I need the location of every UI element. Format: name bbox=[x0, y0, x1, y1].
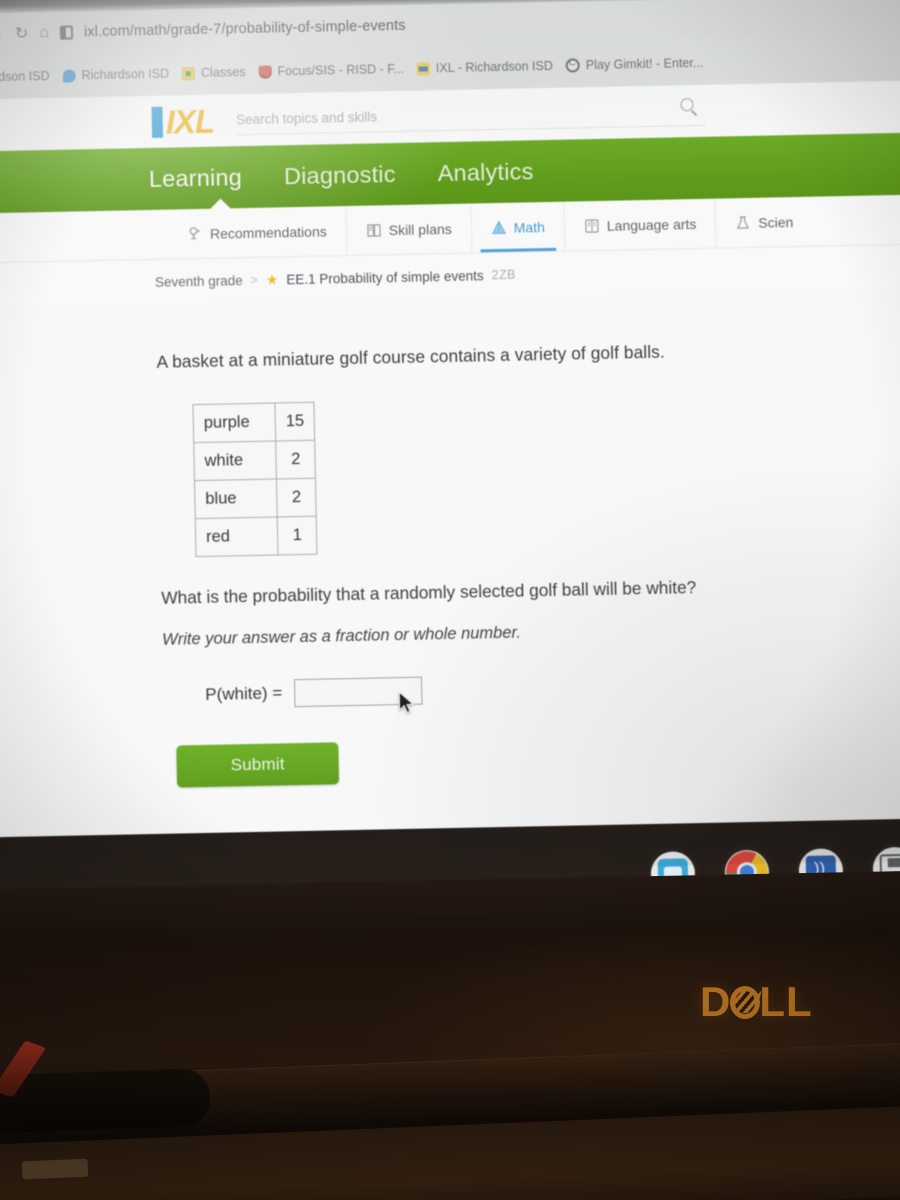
search-icon[interactable] bbox=[680, 98, 694, 112]
question-intro: A basket at a miniature golf course cont… bbox=[156, 341, 666, 372]
reload-icon[interactable]: ↻ bbox=[15, 23, 29, 43]
subnav-label: Recommendations bbox=[209, 222, 327, 242]
bookmark-label: chardson ISD bbox=[0, 68, 50, 85]
star-icon[interactable]: ★ bbox=[266, 271, 279, 288]
cable-object bbox=[0, 1067, 211, 1135]
answer-label: P(white) = bbox=[205, 683, 283, 704]
nav-tab-diagnostic[interactable]: Diagnostic bbox=[284, 161, 396, 190]
bookmark-label: Play Gimkit! - Enter... bbox=[585, 55, 704, 73]
ball-count: 15 bbox=[274, 402, 316, 442]
bookmark-label: Focus/SIS - RISD - F... bbox=[277, 61, 405, 79]
ball-color: red bbox=[195, 516, 278, 557]
url-text[interactable]: ixl.com/math/grade-7/probability-of-simp… bbox=[84, 18, 406, 40]
table-row: blue 2 bbox=[194, 478, 317, 519]
submit-button[interactable]: Submit bbox=[176, 742, 340, 788]
dell-logo-e-icon bbox=[730, 985, 761, 1019]
nav-tab-analytics[interactable]: Analytics bbox=[437, 158, 533, 187]
bookmark-label: Classes bbox=[200, 65, 246, 80]
page-info-icon[interactable] bbox=[59, 25, 74, 40]
ixl-page: IXL Search topics and skills Learning Di… bbox=[0, 80, 900, 890]
bookmark-item-4[interactable]: IXL - Richardson ISD bbox=[416, 58, 553, 76]
subnav-recommendations[interactable]: Recommendations bbox=[167, 206, 348, 259]
back-arrow-icon[interactable]: ← bbox=[0, 25, 4, 43]
home-icon[interactable]: ⌂ bbox=[39, 24, 49, 42]
bookmark-favicon bbox=[416, 61, 431, 76]
search-placeholder-text: Search topics and skills bbox=[235, 109, 378, 128]
laptop-screen: ← ↻ ⌂ ixl.com/math/grade-7/probability-o… bbox=[0, 0, 900, 938]
question-hint: Write your answer as a fraction or whole… bbox=[161, 623, 522, 649]
subnav-label: Language arts bbox=[606, 215, 697, 234]
ixl-logo-text: IXL bbox=[165, 102, 215, 141]
skill-plans-icon bbox=[366, 223, 381, 237]
ixl-logo[interactable]: IXL bbox=[151, 102, 215, 141]
bookmark-item-1[interactable]: Richardson ISD bbox=[62, 67, 169, 83]
subnav-label: Skill plans bbox=[388, 220, 452, 238]
dell-logo-part1: D bbox=[700, 978, 732, 1025]
table-row: white 2 bbox=[193, 440, 316, 481]
bookmark-label: IXL - Richardson ISD bbox=[435, 58, 553, 76]
breadcrumb-grade[interactable]: Seventh grade bbox=[155, 273, 243, 290]
skill-code: 2ZB bbox=[491, 267, 516, 283]
photograph-of-laptop-screen: ← ↻ ⌂ ixl.com/math/grade-7/probability-o… bbox=[0, 0, 900, 1200]
bookmark-item-0[interactable]: chardson ISD bbox=[0, 69, 50, 85]
ball-count: 1 bbox=[277, 516, 318, 555]
mouse-cursor-icon bbox=[398, 690, 415, 714]
search-input[interactable]: Search topics and skills bbox=[235, 95, 707, 136]
bookmark-favicon bbox=[565, 58, 580, 73]
table-row: red 1 bbox=[195, 516, 318, 557]
breadcrumb-skill: EE.1 Probability of simple events bbox=[286, 267, 484, 287]
bookmark-item-5[interactable]: Play Gimkit! - Enter... bbox=[565, 55, 704, 73]
bookmark-favicon bbox=[258, 65, 272, 79]
dell-brand-logo: D LL bbox=[700, 978, 813, 1026]
subnav-label: Scien bbox=[758, 213, 794, 231]
question-prompt: What is the probability that a randomly … bbox=[161, 577, 697, 608]
nav-tab-learning[interactable]: Learning bbox=[149, 164, 243, 193]
ball-color: blue bbox=[194, 478, 278, 519]
bookmark-item-3[interactable]: Focus/SIS - RISD - F... bbox=[258, 62, 404, 79]
ball-color: white bbox=[193, 441, 277, 481]
bookmark-item-2[interactable]: Classes bbox=[181, 65, 246, 80]
bookmark-favicon bbox=[181, 66, 196, 80]
answer-row: P(white) = bbox=[205, 667, 900, 709]
question-body: A basket at a miniature golf course cont… bbox=[0, 289, 900, 792]
subnav-math[interactable]: Math bbox=[471, 201, 566, 253]
bookmark-favicon bbox=[62, 68, 76, 83]
recommendations-icon bbox=[189, 226, 201, 239]
table-row: purple 15 bbox=[192, 402, 316, 443]
bookmark-label: Richardson ISD bbox=[81, 66, 170, 83]
science-icon bbox=[737, 215, 750, 229]
ball-count: 2 bbox=[276, 478, 317, 517]
math-icon bbox=[491, 219, 506, 234]
subnav-science[interactable]: Scien bbox=[716, 197, 813, 248]
subnav-skill-plans[interactable]: Skill plans bbox=[346, 203, 473, 256]
language-arts-icon bbox=[585, 218, 599, 233]
logo-bar-icon bbox=[151, 106, 164, 138]
keyboard-key bbox=[21, 1158, 89, 1180]
dell-logo-part2: LL bbox=[759, 978, 813, 1025]
subnav-language-arts[interactable]: Language arts bbox=[564, 198, 717, 251]
ball-count: 2 bbox=[275, 440, 316, 479]
ball-color: purple bbox=[192, 403, 276, 443]
golf-balls-table: purple 15 white 2 blue 2 red 1 bbox=[192, 401, 318, 558]
breadcrumb-separator: > bbox=[250, 272, 258, 287]
subnav-label: Math bbox=[513, 218, 545, 236]
